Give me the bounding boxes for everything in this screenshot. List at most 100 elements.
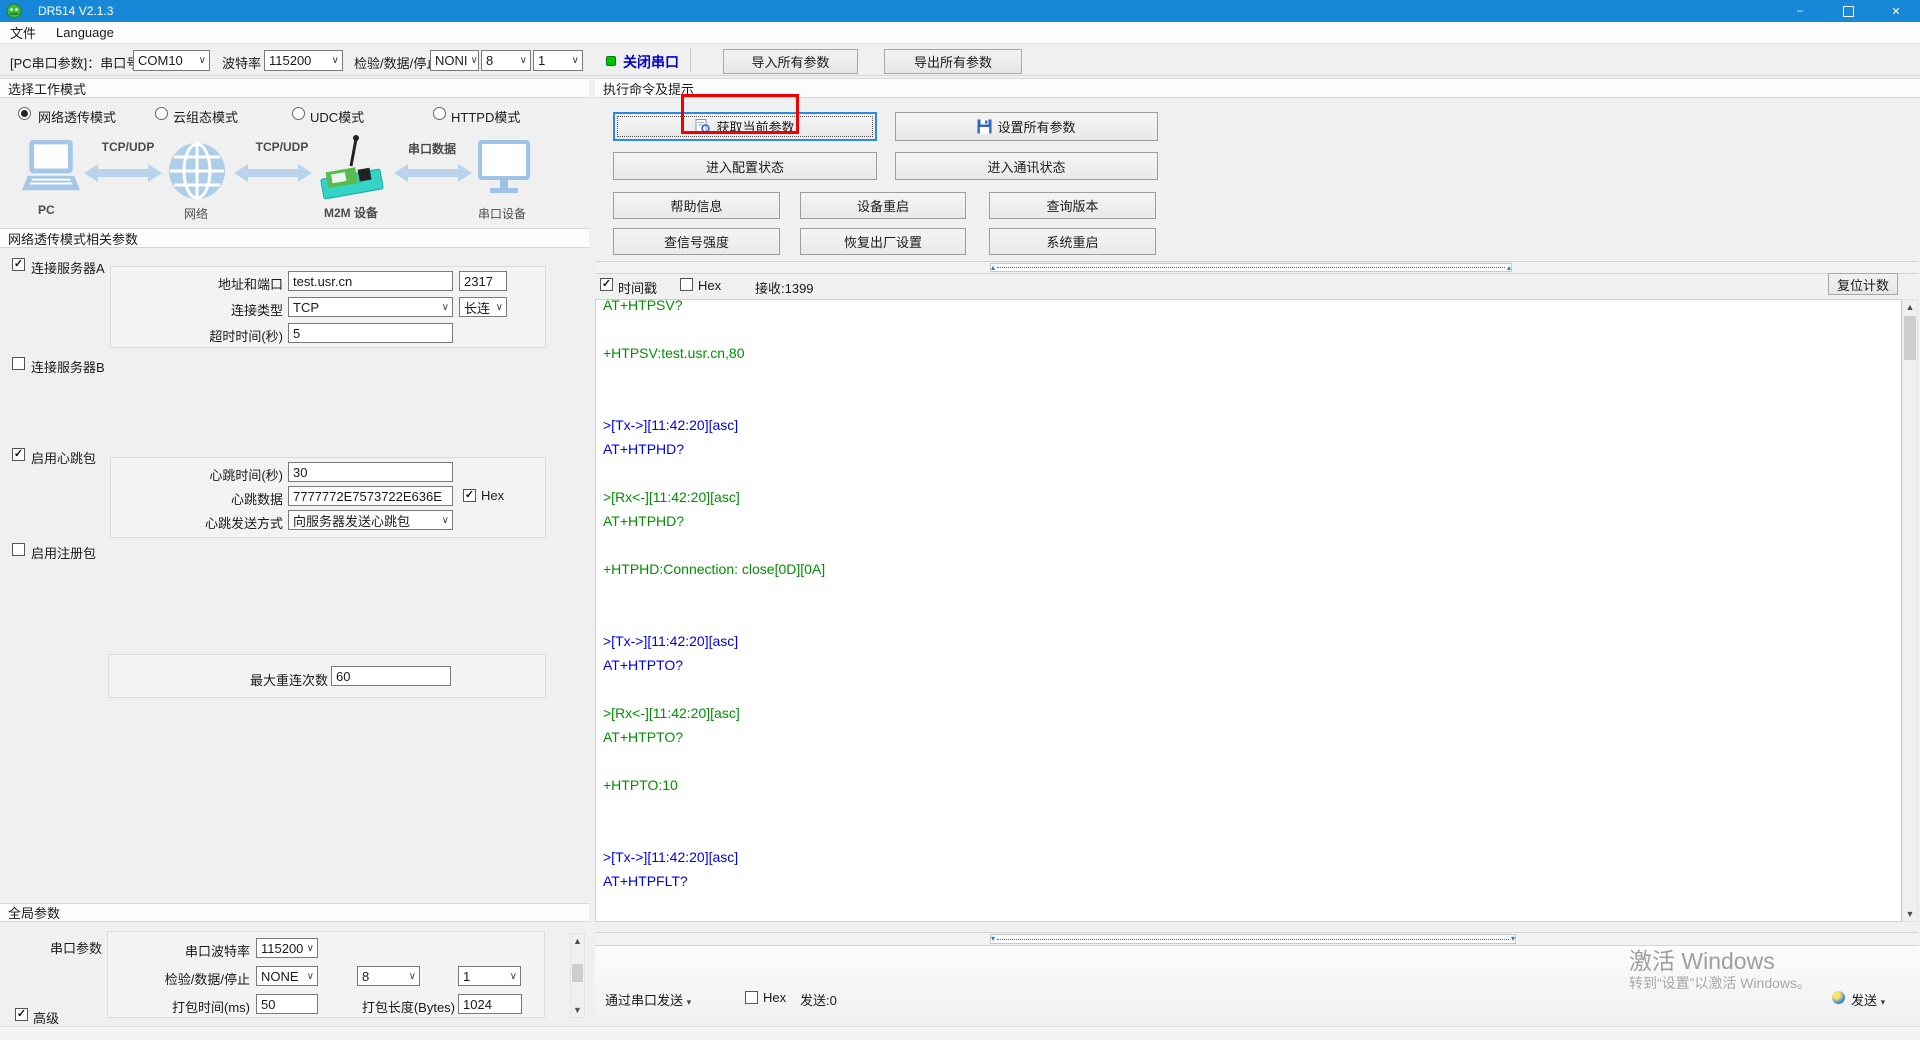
register-label[interactable]: 启用注册包 [31,543,96,562]
reconnect-input[interactable]: 60 [331,666,451,686]
app-icon [6,3,22,19]
g-databits-select[interactable]: 8∨ [357,966,420,986]
bottom-strip [0,1026,1920,1040]
import-all-label: 导入所有参数 [751,52,829,71]
databits-select[interactable]: 8∨ [481,50,531,71]
hb-time-input[interactable]: 30 [288,462,453,482]
scrollbar-thumb[interactable]: ▴▴ [990,263,1512,272]
scroll-up-icon[interactable]: ▲ [1903,300,1917,314]
pack-len-input[interactable]: 1024 [458,994,522,1014]
advanced-checkbox[interactable] [15,1008,28,1021]
conn-type-value: TCP [293,300,319,315]
send-hex-checkbox[interactable] [745,991,758,1004]
timestamp-label[interactable]: 时间戳 [618,278,657,297]
addr-port-label: 地址和端口 [110,274,283,293]
server-a-address-input[interactable]: test.usr.cn [288,271,453,291]
hb-hex-label[interactable]: Hex [481,488,504,503]
query-signal-button[interactable]: 查信号强度 [613,228,780,255]
enter-comm-button[interactable]: 进入通讯状态 [895,152,1158,180]
advanced-label[interactable]: 高级 [33,1008,59,1027]
conn-mode-select[interactable]: 长连∨ [459,297,507,317]
export-all-button[interactable]: 导出所有参数 [884,49,1022,74]
reset-count-button[interactable]: 复位计数 [1828,273,1898,295]
conn-mode-value: 长连 [464,298,490,317]
send-via-serial-dropdown[interactable]: 通过串口发送 ▾ [605,990,691,1009]
hb-data-label: 心跳数据 [110,489,283,508]
help-info-label: 帮助信息 [670,196,722,215]
radio-cloud-mode[interactable] [155,107,168,120]
factory-reset-button[interactable]: 恢复出厂设置 [800,228,966,255]
timeout-input[interactable]: 5 [288,323,453,343]
menu-file[interactable]: 文件 [0,23,46,42]
server-a-label[interactable]: 连接服务器A [31,258,105,277]
conn-type-select[interactable]: TCP∨ [288,297,453,317]
server-b-checkbox[interactable] [12,357,25,370]
minimize-button[interactable]: – [1776,0,1824,22]
scrollbar-thumb[interactable] [572,964,583,982]
g-parity-select[interactable]: NONE∨ [256,966,318,986]
device-restart-button[interactable]: 设备重启 [800,192,966,219]
window-title: DR514 V2.1.3 [38,4,113,18]
menu-language[interactable]: Language [46,25,124,40]
hb-mode-label: 心跳发送方式 [110,513,283,532]
chevron-down-icon: ∨ [442,515,449,526]
pack-time-input[interactable]: 50 [256,994,318,1014]
parity-select[interactable]: NONI∨ [430,50,479,71]
scroll-up-icon[interactable]: ▲ [571,934,584,948]
register-checkbox[interactable] [12,543,25,556]
radio-net-transparent-label[interactable]: 网络透传模式 [38,107,116,126]
g-baud-select[interactable]: 115200∨ [256,938,318,958]
work-mode-header-label: 选择工作模式 [8,79,86,98]
scroll-down-icon[interactable]: ▼ [1903,907,1917,921]
close-serial-button[interactable]: 关闭串口 [623,52,679,72]
stopbits-select[interactable]: 1∨ [533,50,583,71]
hb-hex-checkbox[interactable] [463,489,476,502]
log-area[interactable]: AT+HTPSV? +HTPSV:test.usr.cn,80 >[Tx->][… [595,299,1902,922]
timestamp-checkbox[interactable] [600,278,613,291]
heartbeat-label[interactable]: 启用心跳包 [31,448,96,467]
left-panel-scrollbar[interactable]: ▲ ▼ [570,933,585,1018]
log-scrollbar[interactable]: ▲ ▼ [1902,299,1918,922]
radio-udc-mode[interactable] [292,107,305,120]
radio-httpd-mode[interactable] [433,107,446,120]
server-a-checkbox[interactable] [12,258,25,271]
radio-udc-label[interactable]: UDC模式 [310,107,364,126]
radio-httpd-label[interactable]: HTTPD模式 [451,107,520,126]
help-info-button[interactable]: 帮助信息 [613,192,780,219]
m2m-label: M2M 设备 [324,204,378,221]
radio-cloud-label[interactable]: 云组态模式 [173,107,238,126]
network-globe-icon [168,142,226,200]
maximize-button[interactable] [1824,0,1872,22]
baud-select[interactable]: 115200∨ [264,50,343,71]
received-count: 接收:1399 [755,278,814,297]
com-port-select[interactable]: COM10∨ [133,50,210,71]
send-button[interactable]: 发送 ▾ [1851,990,1885,1009]
log-top-scrollbar[interactable]: ▴▴ [595,261,1918,274]
scroll-down-icon[interactable]: ▼ [571,1003,584,1017]
import-all-button[interactable]: 导入所有参数 [723,49,858,74]
log-hex-checkbox[interactable] [680,278,693,291]
send-hex-label[interactable]: Hex [763,990,786,1005]
pack-time-label: 打包时间(ms) [112,997,250,1016]
radio-net-transparent-mode[interactable] [18,107,31,120]
link2-label: TCP/UDP [246,140,318,154]
hb-data-input[interactable]: 7777772E7573722E636E [288,486,453,506]
send-button-label: 发送 [1851,993,1877,1008]
enter-config-button[interactable]: 进入配置状态 [613,152,877,180]
hb-mode-select[interactable]: 向服务器发送心跳包∨ [288,510,453,530]
log-hex-label[interactable]: Hex [698,278,721,293]
server-b-label[interactable]: 连接服务器B [31,357,105,376]
parity-label: 检验/数据/停止 [354,53,439,72]
close-button[interactable]: ✕ [1872,0,1920,22]
g-stopbits-select[interactable]: 1∨ [458,966,521,986]
scrollbar-thumb[interactable]: ▾▾ [990,934,1516,944]
pack-len-value: 1024 [463,997,492,1012]
set-params-button[interactable]: 设置所有参数 [895,112,1158,141]
send-via-serial-label: 通过串口发送 [605,993,683,1008]
system-restart-button[interactable]: 系统重启 [989,228,1156,255]
chevron-down-icon: ▾ [687,997,692,1007]
query-version-button[interactable]: 查询版本 [989,192,1156,219]
heartbeat-checkbox[interactable] [12,448,25,461]
scrollbar-thumb[interactable] [1904,316,1916,360]
server-a-port-input[interactable]: 2317 [459,271,507,291]
